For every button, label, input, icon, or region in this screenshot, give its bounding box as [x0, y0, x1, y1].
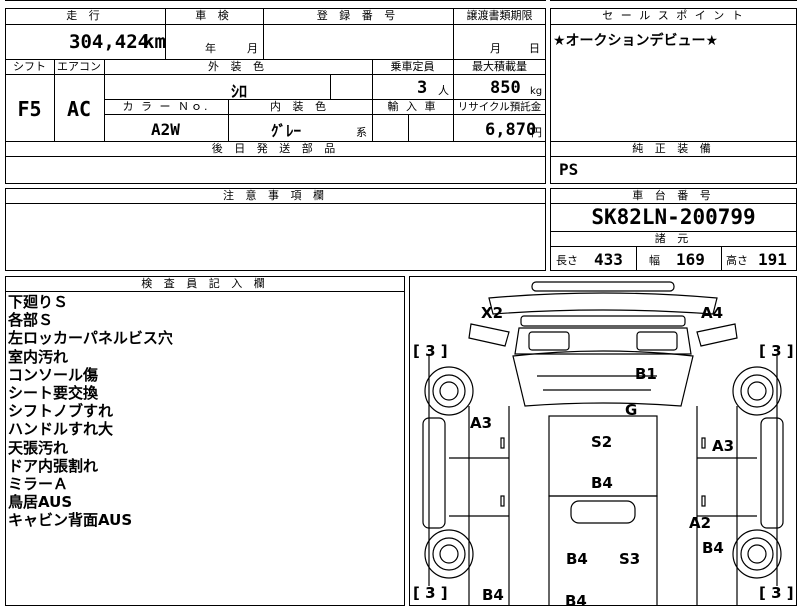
later-parts-label: 後 日 発 送 部 品 [211, 142, 340, 155]
width-value: 169 [676, 250, 705, 269]
damage-code: B4 [702, 539, 724, 557]
note-line: ハンドルすれ大 [8, 420, 114, 439]
damage-code: A4 [701, 304, 724, 322]
tire-mark-front-left: [ 3 ] [413, 342, 448, 360]
height-label: 高さ [726, 254, 748, 267]
shift-value: F5 [17, 97, 42, 121]
exterior-color-label: 外 装 色 [208, 60, 268, 73]
max-load-unit: kg [530, 86, 543, 97]
tire-mark-rear-right: [ 3 ] [759, 584, 794, 602]
capacity-unit: 人 [438, 84, 449, 97]
note-line: ミラーＡ [8, 475, 69, 494]
inspection-label: 車 検 [195, 9, 233, 22]
length-value: 433 [594, 250, 623, 269]
note-line: ドア内張割れ [8, 456, 99, 475]
specs-label: 諸 元 [654, 232, 693, 245]
damage-code: X2 [481, 304, 504, 322]
note-line: シート要交換 [8, 384, 99, 403]
genuine-equipment-label: 純 正 装 備 [632, 142, 715, 155]
damage-code: A2 [689, 514, 712, 532]
note-line: 各部Ｓ [8, 311, 54, 330]
note-line: 下廻りＳ [8, 293, 69, 311]
tire-mark-rear-left: [ 3 ] [413, 584, 448, 602]
recycle-deposit-unit: 円 [531, 126, 542, 139]
chassis-label: 車 台 番 号 [632, 189, 715, 202]
inspector-block: 検 査 員 記 入 欄 下廻りＳ 各部Ｓ 左ロッカーパネルビス穴 室内汚れ コン… [5, 276, 405, 606]
ac-value: AC [66, 97, 92, 121]
top-left-block: 走 行 車 検 登 録 番 号 譲渡書類期限 304,424 km 年 月 月 … [5, 0, 546, 185]
damage-code: B1 [635, 365, 657, 383]
sales-point-label: セ ー ル ス ポ イ ン ト [602, 9, 745, 22]
import-car-label: 輸 入 車 [387, 100, 438, 113]
inspection-year: 年 [205, 42, 216, 55]
damage-code: A3 [712, 437, 735, 455]
width-label: 幅 [649, 254, 660, 267]
height-value: 191 [758, 250, 787, 269]
note-line: 左ロッカーパネルビス穴 [8, 329, 173, 348]
max-load-label: 最大積載量 [472, 60, 527, 73]
note-line: シフトノブすれ [8, 402, 114, 421]
damage-code: B4 [565, 592, 587, 610]
note-line: コンソール傷 [8, 365, 99, 384]
interior-color-suffix: 系 [356, 126, 367, 139]
ac-label: エアコン [57, 60, 101, 73]
chassis-block: 車 台 番 号 SK82LN-200799 諸 元 長さ 433 幅 169 高… [550, 188, 797, 271]
genuine-equipment-value: PS [559, 160, 579, 179]
damage-code: G [625, 401, 638, 419]
damage-code: S3 [619, 550, 641, 568]
note-line: 鳥居AUS [8, 493, 73, 512]
damage-code: B4 [566, 550, 588, 568]
note-line: 室内汚れ [8, 347, 69, 366]
top-right-block: セ ー ル ス ポ イ ン ト ★オークションデビュー★ 純 正 装 備 PS [550, 0, 797, 185]
chassis-number: SK82LN-200799 [591, 205, 756, 229]
damage-code: B4 [591, 474, 613, 492]
max-load-value: 850 [490, 78, 521, 98]
interior-color-label: 内 装 色 [270, 100, 330, 113]
inspector-label: 検 査 員 記 入 欄 [141, 277, 269, 290]
color-no-label: カ ラ ー Ｎｏ. [122, 100, 210, 113]
inspector-notes: 下廻りＳ 各部Ｓ 左ロッカーパネルビス穴 室内汚れ コンソール傷 シート要交換 … [8, 293, 398, 530]
length-label: 長さ [556, 254, 578, 267]
registration-label: 登 録 番 号 [316, 9, 400, 22]
vehicle-diagram: [ 3 ] [ 3 ] [ 3 ] [ 3 ] X2 A4 B1 G A3 S2… [409, 276, 797, 610]
sales-point-text: ★オークションデビュー★ [553, 33, 719, 49]
capacity-label: 乗車定員 [390, 60, 435, 73]
inspection-month: 月 [247, 42, 258, 55]
color-no-value: A2W [151, 120, 180, 139]
caution-block: 注 意 事 項 欄 [5, 188, 546, 271]
recycle-deposit-value: 6,870 [485, 120, 537, 140]
caution-label: 注 意 事 項 欄 [223, 189, 328, 202]
recycle-deposit-label: リサイクル預託金 [457, 101, 542, 113]
interior-color-value: ｸﾞﾚｰ [271, 122, 302, 140]
transfer-month: 月 [490, 42, 501, 55]
damage-code: A3 [470, 414, 493, 432]
note-line: キャビン背面AUS [8, 511, 133, 530]
transfer-day: 日 [529, 42, 540, 55]
damage-code: B4 [482, 586, 504, 604]
shift-label: シフト [13, 60, 46, 73]
transfer-deadline-label: 譲渡書類期限 [466, 9, 533, 22]
capacity-value: 3 [417, 78, 428, 98]
note-line: 天張汚れ [8, 438, 69, 457]
mileage-label: 走 行 [66, 9, 104, 22]
mileage-unit: km [143, 31, 166, 53]
damage-code: S2 [591, 433, 613, 451]
tire-mark-front-right: [ 3 ] [759, 342, 794, 360]
mileage-value: 304,424 [69, 31, 150, 53]
